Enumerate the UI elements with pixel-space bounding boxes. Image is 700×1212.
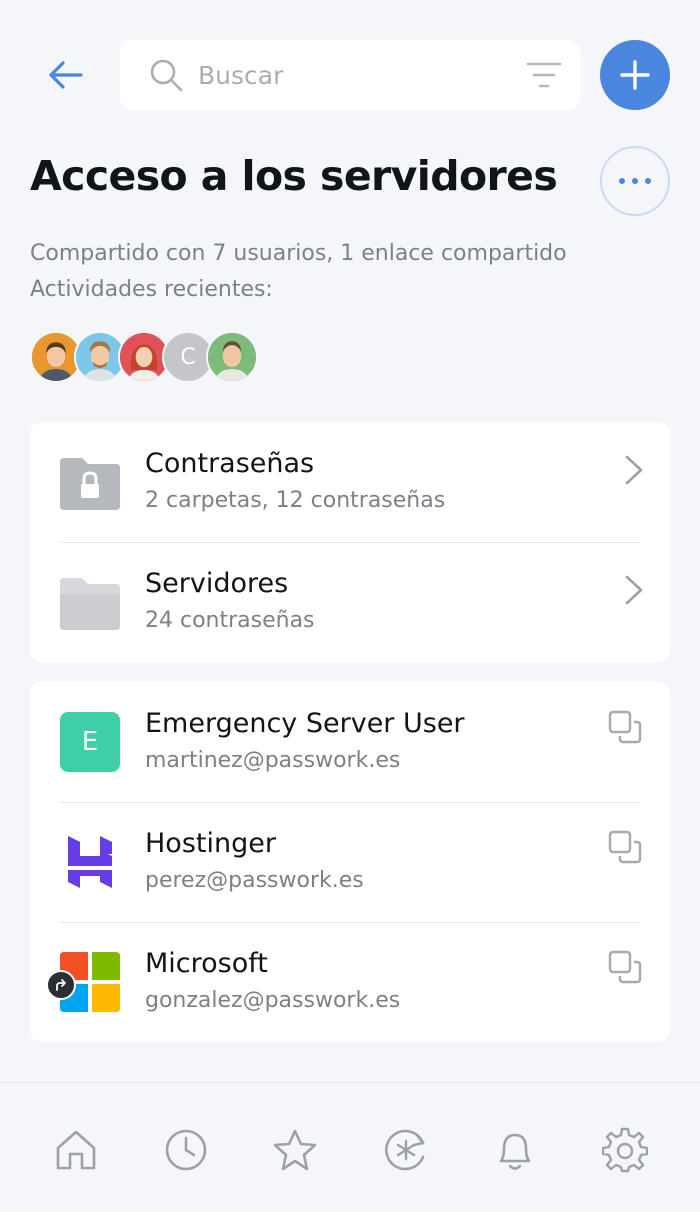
nav-notifications[interactable] (490, 1125, 540, 1175)
generator-icon (385, 1129, 425, 1171)
letter-avatar-icon: E (60, 712, 120, 772)
folder-name: Servidores (145, 568, 289, 599)
search-input[interactable] (198, 52, 518, 98)
chevron-right-icon (625, 575, 643, 605)
shared-link-badge (46, 970, 76, 1000)
shared-info: Compartido con 7 usuarios, 1 enlace comp… (30, 241, 567, 266)
page-title: Acceso a los servidores (30, 152, 558, 200)
avatar-initial: C (180, 344, 196, 370)
folders-card: Contraseñas 2 carpetas, 12 contraseñas S… (30, 422, 670, 662)
password-login: gonzalez@passwork.es (145, 988, 401, 1013)
copy-icon[interactable] (608, 950, 642, 984)
recent-activity-avatars: C (30, 331, 290, 383)
share-arrow-icon (56, 979, 66, 991)
nav-favorites[interactable] (270, 1125, 320, 1175)
chevron-right-icon (625, 455, 643, 485)
vault-meta: Compartido con 7 usuarios, 1 enlace comp… (30, 236, 567, 308)
arrow-left-icon (49, 61, 83, 89)
more-options-button[interactable] (600, 146, 670, 216)
dot (619, 178, 625, 184)
nav-settings[interactable] (600, 1125, 650, 1175)
avatar[interactable] (206, 331, 258, 383)
user-photo-icon (208, 333, 256, 381)
password-login: martinez@passwork.es (145, 748, 401, 773)
bell-icon (499, 1133, 531, 1170)
folder-row-contrasenas[interactable]: Contraseñas 2 carpetas, 12 contraseñas (30, 422, 670, 542)
top-bar (0, 0, 700, 150)
search-bar (120, 40, 580, 110)
plus-icon (620, 60, 650, 90)
recent-activity-label: Actividades recientes: (30, 277, 273, 302)
filter-icon[interactable] (526, 60, 562, 90)
hostinger-logo-icon (68, 836, 112, 888)
nav-home[interactable] (51, 1125, 101, 1175)
folder-row-servidores[interactable]: Servidores 24 contraseñas (30, 542, 670, 662)
user-photo-icon (76, 333, 124, 381)
back-button[interactable] (38, 48, 92, 102)
folder-name: Contraseñas (145, 448, 315, 479)
nav-generator[interactable] (381, 1125, 431, 1175)
gear-icon (602, 1127, 648, 1173)
letter-avatar-label: E (81, 727, 99, 757)
search-icon (150, 59, 183, 92)
folder-summary: 2 carpetas, 12 contraseñas (145, 488, 446, 513)
copy-icon[interactable] (608, 830, 642, 864)
password-name: Microsoft (145, 948, 268, 979)
password-name: Hostinger (145, 828, 276, 859)
password-name: Emergency Server User (145, 708, 465, 739)
add-button[interactable] (600, 40, 670, 110)
password-row-emergency[interactable]: E Emergency Server User martinez@passwor… (30, 682, 670, 802)
folder-icon (60, 578, 120, 630)
user-photo-icon (32, 333, 80, 381)
passwords-card: E Emergency Server User martinez@passwor… (30, 682, 670, 1042)
password-row-microsoft[interactable]: Microsoft gonzalez@passwork.es (30, 922, 670, 1042)
dot (632, 178, 638, 184)
user-photo-icon (120, 333, 168, 381)
folder-summary: 24 contraseñas (145, 608, 315, 633)
locked-folder-icon (60, 458, 120, 510)
dot (645, 178, 651, 184)
copy-icon[interactable] (608, 710, 642, 744)
home-icon (56, 1130, 96, 1170)
password-login: perez@passwork.es (145, 868, 364, 893)
bottom-navigation (0, 1082, 700, 1212)
nav-recent[interactable] (161, 1125, 211, 1175)
clock-icon (165, 1129, 207, 1171)
password-row-hostinger[interactable]: Hostinger perez@passwork.es (30, 802, 670, 922)
star-icon (273, 1129, 317, 1171)
